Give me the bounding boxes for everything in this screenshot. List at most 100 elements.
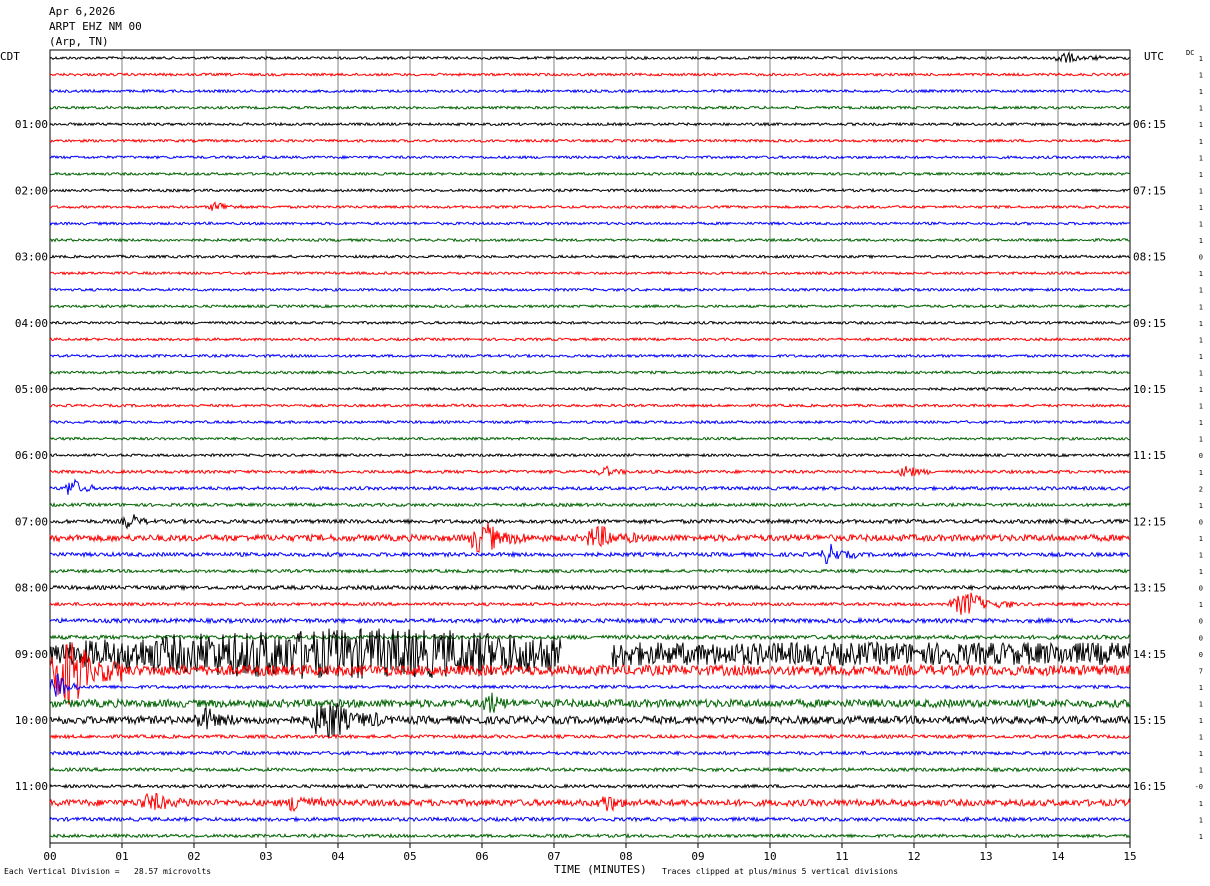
seismic-trace: [49, 270, 1131, 276]
seismic-trace: [49, 642, 1131, 705]
seismic-trace: [49, 187, 1131, 193]
seismic-trace: [49, 171, 1131, 177]
seismic-trace: [49, 584, 1131, 592]
dc-offset-label: 1: [1199, 469, 1203, 477]
seismic-trace: [49, 703, 1131, 739]
seismic-trace: [49, 336, 1131, 342]
seismic-trace: [49, 154, 1131, 160]
dc-offset-label: 1: [1199, 601, 1203, 609]
dc-offset-label: 0: [1199, 254, 1203, 262]
seismic-trace: [49, 692, 1131, 713]
dc-offset-label: 0: [1199, 618, 1203, 626]
seismic-trace: [49, 138, 1131, 144]
scale-note: Each Vertical Division = 28.57 microvolt…: [4, 867, 212, 876]
x-tick-label: 03: [259, 850, 272, 863]
dc-offset-label: 1: [1199, 767, 1203, 775]
dc-offset-label: 1: [1199, 303, 1203, 311]
x-tick-label: 07: [547, 850, 560, 863]
right-time-label: 10:15: [1133, 383, 1166, 396]
dc-offset-label: 1: [1199, 55, 1203, 63]
seismic-trace: [49, 320, 1131, 326]
seismic-trace: [49, 832, 1131, 839]
seismic-trace: [49, 201, 1131, 211]
x-tick-label: 02: [187, 850, 200, 863]
right-time-label: 13:15: [1133, 582, 1166, 595]
x-tick-label: 12: [907, 850, 920, 863]
seismic-trace: [49, 353, 1131, 359]
seismic-trace: [50, 254, 1131, 260]
seismic-trace: [49, 452, 1131, 458]
dc-offset-label: -0: [1195, 783, 1203, 791]
seismic-trace: [49, 287, 1131, 293]
seismic-trace: [49, 121, 1131, 127]
dc-offset-label: 1: [1199, 138, 1203, 146]
seismogram-plot: 00 01 02 03 04 05 06 07 08 09 10 11 12 13 14 1511111111…: [15, 49, 1203, 863]
x-tick-label: 04: [331, 850, 345, 863]
x-tick-label: 05: [403, 850, 416, 863]
dc-offset-label: 1: [1199, 436, 1203, 444]
right-time-label: 07:15: [1133, 184, 1166, 197]
dc-offset-label: 1: [1199, 221, 1203, 229]
seismic-trace: [49, 766, 1131, 773]
seismic-trace: [49, 386, 1131, 392]
dc-offset-label: 1: [1199, 535, 1203, 543]
seismic-trace: [49, 783, 1131, 790]
left-time-label: 03:00: [15, 251, 48, 264]
dc-offset-label: 1: [1199, 336, 1203, 344]
seismic-trace: [49, 436, 1131, 442]
dc-offset-label: 1: [1199, 105, 1203, 113]
seismic-trace: [49, 403, 1131, 409]
seismic-trace: [49, 568, 1130, 575]
left-time-label: 10:00: [15, 714, 48, 727]
dc-offset-label: 1: [1199, 833, 1203, 841]
dc-offset-label: 7: [1199, 667, 1203, 675]
dc-offset-label: 1: [1199, 717, 1203, 725]
dc-offset-label: 1: [1199, 403, 1203, 411]
seismic-trace: [49, 749, 1131, 757]
left-time-label: 04:00: [15, 317, 48, 330]
dc-offset-label: 1: [1199, 237, 1203, 245]
seismic-trace: [49, 522, 1131, 553]
x-tick-label: 09: [691, 850, 704, 863]
dc-offset-label: 1: [1199, 88, 1203, 96]
plot-frame: [49, 49, 1131, 844]
seismic-trace: [49, 592, 1131, 615]
clip-note: Traces clipped at plus/minus 5 vertical …: [662, 867, 899, 876]
seismic-trace: [49, 815, 1131, 823]
seismic-trace: [49, 419, 1131, 425]
dc-offset-label: 1: [1199, 386, 1203, 394]
x-tick-label: 10: [763, 850, 776, 863]
dc-offset-label: 1: [1199, 684, 1203, 692]
left-time-label: 11:00: [15, 780, 48, 793]
dc-offset-label: 0: [1199, 651, 1203, 659]
dc-offset-label: 1: [1199, 568, 1203, 576]
dc-offset-label: 0: [1199, 585, 1203, 593]
x-tick-label: 00: [43, 850, 56, 863]
left-time-label: 09:00: [15, 648, 48, 661]
seismic-trace: [49, 221, 1131, 227]
seismic-trace: [49, 514, 1131, 530]
x-axis-title: TIME (MINUTES): [554, 863, 647, 876]
x-tick-label: 08: [619, 850, 632, 863]
x-tick-label: 14: [1051, 850, 1065, 863]
dc-offset-label: 1: [1199, 353, 1203, 361]
dc-offset-label: 1: [1199, 552, 1203, 560]
dc-offset-label: 1: [1199, 72, 1203, 80]
seismic-trace: [49, 88, 1131, 94]
dc-offset-label: 0: [1199, 634, 1203, 642]
seismic-trace: [49, 303, 1131, 309]
seismic-trace: [49, 673, 1131, 697]
left-time-label: 02:00: [15, 184, 48, 197]
right-time-label: 12:15: [1133, 515, 1166, 528]
right-time-label: 09:15: [1133, 317, 1166, 330]
left-time-label: 06:00: [15, 449, 48, 462]
dc-offset-label: 1: [1199, 734, 1203, 742]
dc-offset-label: 1: [1199, 800, 1203, 808]
dc-offset-label: 1: [1199, 287, 1203, 295]
dc-offset-label: 1: [1199, 750, 1203, 758]
seismic-trace: [49, 465, 1131, 478]
seismic-trace: [49, 105, 1131, 111]
left-time-label: 01:00: [15, 118, 48, 131]
right-time-label: 14:15: [1133, 648, 1166, 661]
left-time-label: 08:00: [15, 582, 48, 595]
